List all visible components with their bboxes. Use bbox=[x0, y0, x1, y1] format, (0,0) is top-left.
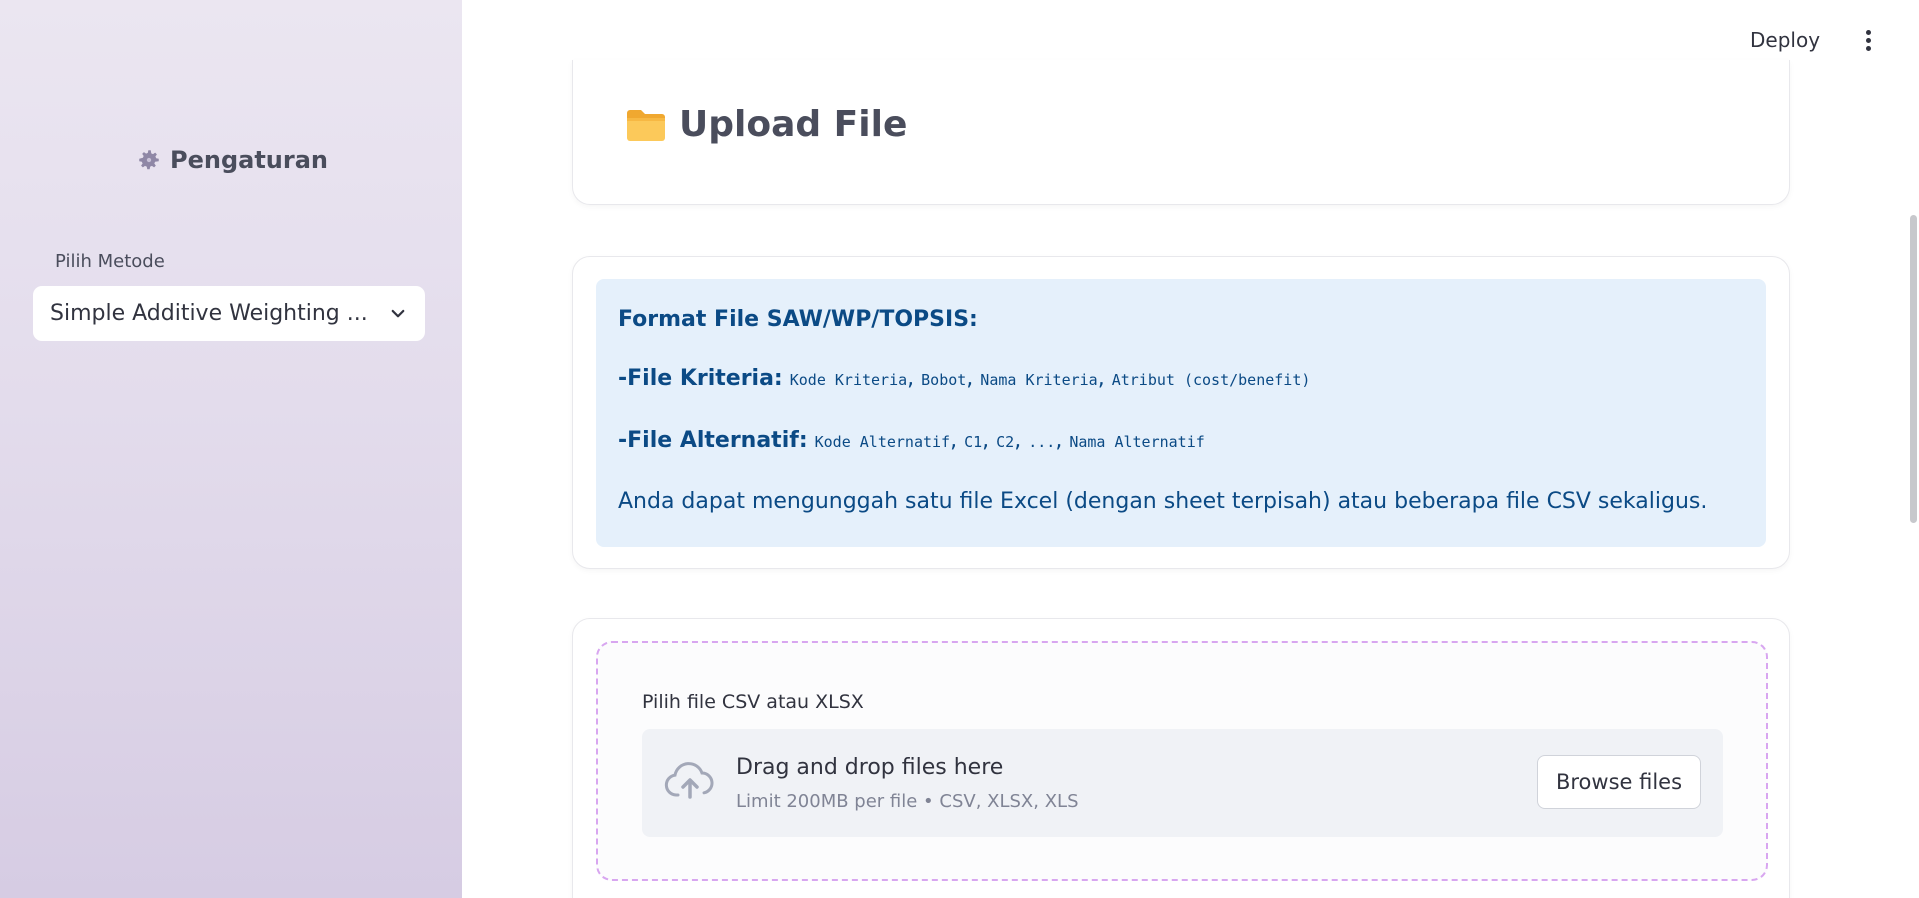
browse-files-button[interactable]: Browse files bbox=[1537, 755, 1701, 809]
gear-icon bbox=[139, 150, 159, 170]
alternatif-col: ... bbox=[1028, 433, 1056, 451]
kriteria-col: Bobot bbox=[921, 371, 967, 389]
alternatif-col: Nama Alternatif bbox=[1069, 433, 1205, 451]
kriteria-col: Atribut (cost/benefit) bbox=[1111, 371, 1311, 389]
kriteria-line: -File Kriteria: Kode Kriteria, Bobot, Na… bbox=[618, 366, 1311, 391]
format-info-card: Format File SAW/WP/TOPSIS: -File Kriteri… bbox=[572, 256, 1790, 569]
alternatif-col: C1 bbox=[964, 433, 983, 451]
cloud-upload-icon bbox=[664, 762, 714, 799]
info-heading: Format File SAW/WP/TOPSIS: bbox=[618, 307, 978, 332]
page-title-text: Upload File bbox=[679, 104, 908, 145]
kriteria-col: Kode Kriteria bbox=[789, 371, 908, 389]
upload-dropzone-frame: Pilih file CSV atau XLSX Drag and drop f… bbox=[596, 641, 1768, 881]
uploader-label: Pilih file CSV atau XLSX bbox=[642, 691, 864, 713]
sidebar: Pengaturan Pilih Metode Simple Additive … bbox=[0, 0, 462, 898]
deploy-button[interactable]: Deploy bbox=[1750, 28, 1820, 52]
method-select-value: Simple Additive Weighting ... bbox=[50, 301, 368, 326]
info-box: Format File SAW/WP/TOPSIS: -File Kriteri… bbox=[596, 279, 1766, 547]
alternatif-col: Kode Alternatif bbox=[814, 433, 951, 451]
info-note: Anda dapat mengunggah satu file Excel (d… bbox=[618, 489, 1708, 514]
alternatif-line: -File Alternatif: Kode Alternatif, C1, C… bbox=[618, 428, 1205, 453]
kebab-menu-icon[interactable] bbox=[1858, 30, 1878, 56]
chevron-down-icon bbox=[391, 309, 405, 317]
kriteria-label: -File Kriteria: bbox=[618, 366, 783, 391]
file-dropzone[interactable]: Drag and drop files here Limit 200MB per… bbox=[642, 729, 1723, 837]
sidebar-title-text: Pengaturan bbox=[170, 146, 329, 174]
scrollbar-thumb[interactable] bbox=[1910, 215, 1917, 523]
alternatif-label: -File Alternatif: bbox=[618, 428, 808, 453]
sidebar-title: Pengaturan bbox=[136, 146, 328, 174]
uploader-card: Pilih file CSV atau XLSX Drag and drop f… bbox=[572, 618, 1790, 898]
alternatif-col: C2 bbox=[996, 433, 1015, 451]
method-label: Pilih Metode bbox=[55, 251, 165, 272]
page-title: Upload File bbox=[625, 104, 907, 145]
folder-icon bbox=[627, 109, 665, 141]
kriteria-col: Nama Kriteria bbox=[980, 371, 1098, 389]
upload-header-card: Upload File bbox=[572, 60, 1790, 205]
drag-drop-text: Drag and drop files here bbox=[736, 755, 1004, 780]
file-limit-text: Limit 200MB per file • CSV, XLSX, XLS bbox=[736, 791, 1079, 812]
method-select[interactable]: Simple Additive Weighting ... bbox=[33, 286, 425, 341]
